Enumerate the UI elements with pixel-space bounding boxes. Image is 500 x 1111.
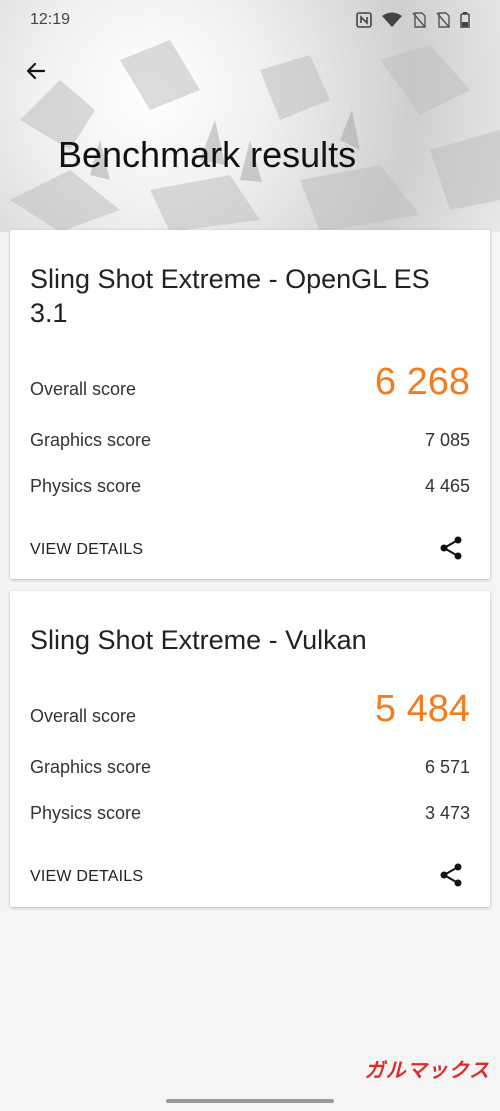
overall-score-value: 5 484 [374,688,470,730]
wifi-icon [382,12,402,28]
status-time: 12:19 [30,11,71,28]
card-title: Sling Shot Extreme - Vulkan [30,625,367,655]
no-sim-icon-2 [436,12,450,28]
nfc-icon [356,12,372,28]
battery-icon [460,12,470,28]
page-title: Benchmark results [58,134,357,175]
overall-score-value: 6 268 [374,361,470,403]
physics-score-label: Physics score [30,476,142,496]
graphics-score-label: Graphics score [30,430,152,450]
back-button[interactable] [20,55,52,87]
physics-score-label: Physics score [30,803,142,823]
result-card-vulkan: Sling Shot Extreme - Vulkan Overall scor… [10,591,490,907]
share-button[interactable] [438,535,464,561]
physics-score-value: 3 473 [424,803,470,823]
physics-score-value: 4 465 [424,476,470,496]
graphics-score-value: 6 571 [424,757,470,777]
overall-score-label: Overall score [30,706,137,726]
share-icon [440,863,462,887]
status-icons [356,12,470,28]
view-details-button[interactable]: VIEW DETAILS [30,541,143,559]
share-icon [440,536,462,560]
graphics-score-label: Graphics score [30,757,152,777]
arrow-left-icon [26,62,46,80]
share-button[interactable] [438,862,464,888]
no-sim-icon [412,12,426,28]
watermark-logo: ガルマックス [364,1060,490,1082]
view-details-button[interactable]: VIEW DETAILS [30,868,143,886]
navigation-handle[interactable] [166,1099,334,1103]
status-bar: 12:19 [0,0,500,40]
result-card-opengl: Sling Shot Extreme - OpenGL ES 3.1 Overa… [10,230,490,579]
card-title: Sling Shot Extreme - OpenGL ES 3.1 [30,264,430,328]
overall-score-label: Overall score [30,379,137,399]
graphics-score-value: 7 085 [424,430,470,450]
